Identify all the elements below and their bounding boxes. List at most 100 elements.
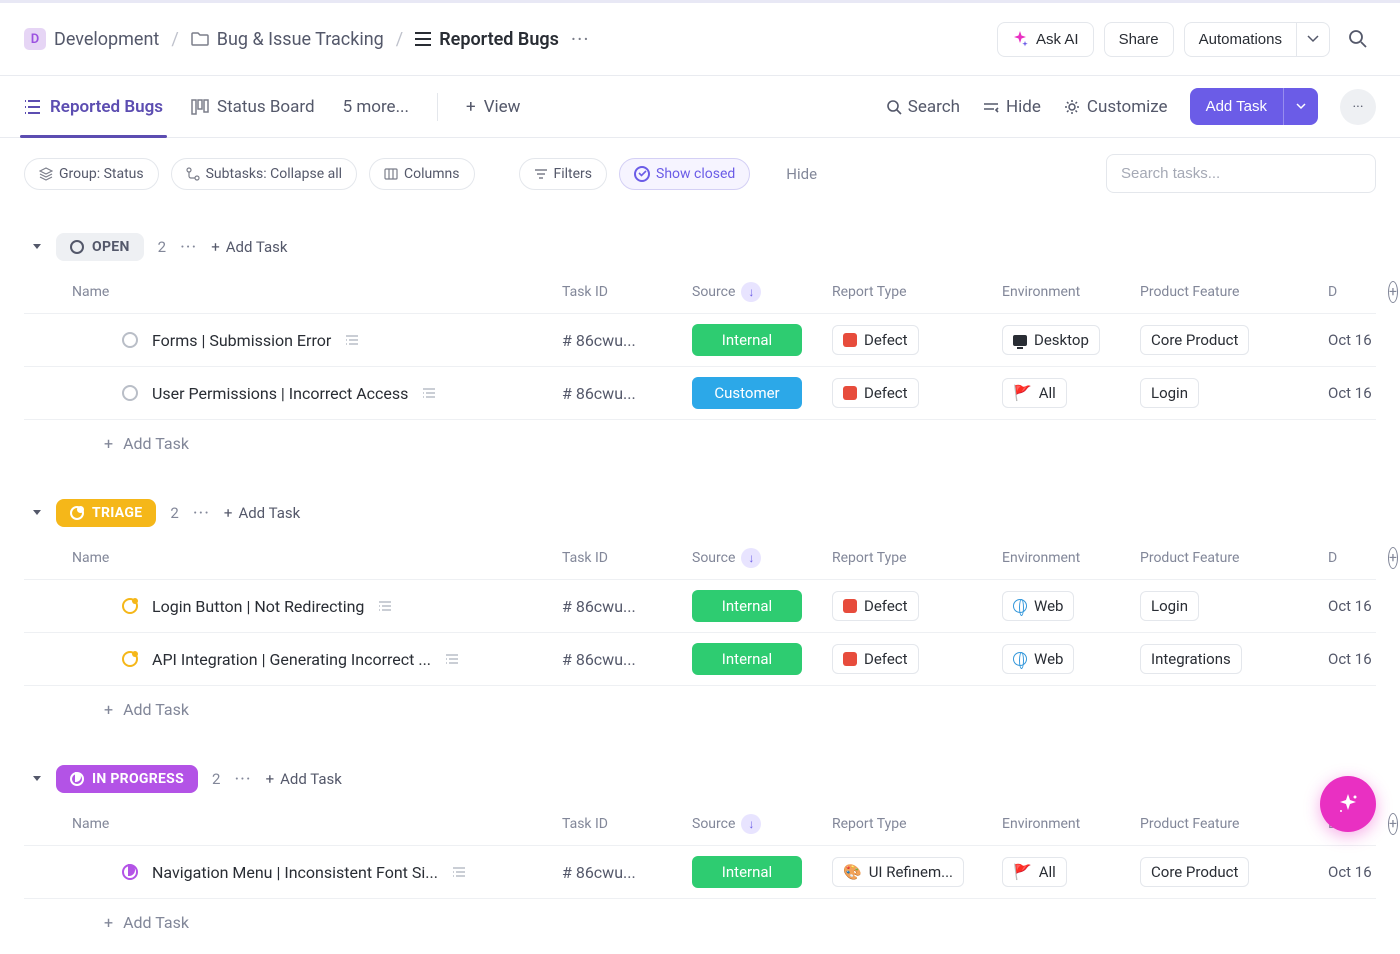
- task-feature[interactable]: Core Product: [1140, 325, 1328, 355]
- task-row[interactable]: Navigation Menu | Inconsistent Font Si..…: [24, 846, 1376, 899]
- task-report-type[interactable]: Defect: [832, 644, 1002, 674]
- col-name[interactable]: Name: [72, 550, 562, 566]
- subtasks-icon[interactable]: [378, 600, 392, 612]
- task-environment[interactable]: Web: [1002, 591, 1140, 621]
- task-status-icon[interactable]: [122, 332, 138, 348]
- col-report-type[interactable]: Report Type: [832, 284, 1002, 300]
- task-report-type[interactable]: Defect: [832, 325, 1002, 355]
- status-pill[interactable]: IN PROGRESS: [56, 765, 198, 793]
- col-report-type[interactable]: Report Type: [832, 816, 1002, 832]
- col-product-feature[interactable]: Product Feature: [1140, 816, 1328, 832]
- task-report-type[interactable]: Defect: [832, 378, 1002, 408]
- filters-pill[interactable]: Filters: [519, 158, 608, 190]
- task-feature[interactable]: Login: [1140, 591, 1328, 621]
- task-source[interactable]: Internal: [692, 856, 832, 888]
- col-environment[interactable]: Environment: [1002, 550, 1140, 566]
- col-taskid[interactable]: Task ID: [562, 816, 692, 832]
- share-button[interactable]: Share: [1104, 22, 1174, 57]
- tab-add-view[interactable]: + View: [466, 76, 520, 137]
- ask-ai-button[interactable]: Ask AI: [997, 22, 1094, 57]
- group-add-task[interactable]: +Add Task: [211, 238, 287, 256]
- col-source[interactable]: Source↓: [692, 548, 832, 568]
- col-report-type[interactable]: Report Type: [832, 550, 1002, 566]
- task-row[interactable]: API Integration | Generating Incorrect .…: [24, 633, 1376, 686]
- subtasks-icon[interactable]: [452, 866, 466, 878]
- more-icon[interactable]: ···: [571, 27, 590, 51]
- crumb-folder[interactable]: Bug & Issue Tracking: [191, 29, 384, 50]
- col-name[interactable]: Name: [72, 284, 562, 300]
- task-row[interactable]: Login Button | Not Redirecting # 86cwu..…: [24, 580, 1376, 633]
- task-row[interactable]: Forms | Submission Error # 86cwu... Inte…: [24, 314, 1376, 367]
- task-source[interactable]: Internal: [692, 590, 832, 622]
- task-row[interactable]: User Permissions | Incorrect Access # 86…: [24, 367, 1376, 420]
- task-status-icon[interactable]: [122, 385, 138, 401]
- add-task-row[interactable]: +Add Task: [24, 899, 1376, 938]
- task-status-icon[interactable]: [122, 651, 138, 667]
- col-source[interactable]: Source↓: [692, 814, 832, 834]
- search-action[interactable]: Search: [886, 97, 960, 117]
- fab-ai-button[interactable]: [1320, 776, 1376, 832]
- task-status-icon[interactable]: [122, 598, 138, 614]
- task-status-icon[interactable]: [122, 864, 138, 880]
- tab-status-board[interactable]: Status Board: [191, 76, 315, 137]
- status-pill[interactable]: OPEN: [56, 233, 144, 261]
- tab-reported-bugs[interactable]: Reported Bugs: [24, 76, 163, 137]
- group-more-icon[interactable]: ···: [180, 237, 197, 258]
- hide-link[interactable]: Hide: [786, 165, 817, 183]
- subtasks-icon[interactable]: [345, 334, 359, 346]
- collapse-caret-icon[interactable]: [32, 243, 42, 251]
- task-feature[interactable]: Login: [1140, 378, 1328, 408]
- add-task-caret[interactable]: [1283, 88, 1318, 125]
- task-environment[interactable]: Desktop: [1002, 325, 1140, 355]
- group-add-task[interactable]: +Add Task: [266, 770, 342, 788]
- collapse-caret-icon[interactable]: [32, 775, 42, 783]
- add-task-button[interactable]: Add Task: [1190, 88, 1283, 125]
- add-task-row[interactable]: +Add Task: [24, 686, 1376, 725]
- subtasks-icon[interactable]: [422, 387, 436, 399]
- status-pill[interactable]: TRIAGE: [56, 499, 156, 527]
- col-environment[interactable]: Environment: [1002, 816, 1140, 832]
- task-title[interactable]: Login Button | Not Redirecting: [152, 597, 364, 616]
- show-closed-pill[interactable]: Show closed: [619, 158, 750, 190]
- col-product-feature[interactable]: Product Feature: [1140, 550, 1328, 566]
- subtasks-pill[interactable]: Subtasks: Collapse all: [171, 158, 357, 190]
- task-title[interactable]: Forms | Submission Error: [152, 331, 331, 350]
- task-environment[interactable]: 🚩All: [1002, 378, 1140, 408]
- task-source[interactable]: Customer: [692, 377, 832, 409]
- group-add-task[interactable]: +Add Task: [224, 504, 300, 522]
- columns-pill[interactable]: Columns: [369, 158, 474, 190]
- col-date[interactable]: D: [1328, 284, 1388, 300]
- group-more-icon[interactable]: ···: [193, 503, 210, 524]
- task-source[interactable]: Internal: [692, 643, 832, 675]
- tab-more[interactable]: 5 more...: [343, 76, 409, 137]
- crumb-workspace[interactable]: D Development: [24, 28, 159, 50]
- task-title[interactable]: API Integration | Generating Incorrect .…: [152, 650, 431, 669]
- automations-button[interactable]: Automations: [1184, 22, 1296, 57]
- col-product-feature[interactable]: Product Feature: [1140, 284, 1328, 300]
- collapse-caret-icon[interactable]: [32, 509, 42, 517]
- task-report-type[interactable]: Defect: [832, 591, 1002, 621]
- group-more-icon[interactable]: ···: [234, 769, 251, 790]
- add-column-button[interactable]: +: [1388, 813, 1398, 835]
- col-date[interactable]: D: [1328, 550, 1388, 566]
- hide-action[interactable]: Hide: [982, 97, 1041, 117]
- col-source[interactable]: Source↓: [692, 282, 832, 302]
- col-taskid[interactable]: Task ID: [562, 550, 692, 566]
- add-column-button[interactable]: +: [1388, 547, 1398, 569]
- col-environment[interactable]: Environment: [1002, 284, 1140, 300]
- automations-caret[interactable]: [1296, 22, 1330, 57]
- col-taskid[interactable]: Task ID: [562, 284, 692, 300]
- task-source[interactable]: Internal: [692, 324, 832, 356]
- add-task-row[interactable]: +Add Task: [24, 420, 1376, 459]
- group-by-pill[interactable]: Group: Status: [24, 158, 159, 190]
- task-environment[interactable]: 🚩All: [1002, 857, 1140, 887]
- crumb-list[interactable]: Reported Bugs: [415, 29, 559, 50]
- subtasks-icon[interactable]: [445, 653, 459, 665]
- add-column-button[interactable]: +: [1388, 281, 1398, 303]
- task-title[interactable]: User Permissions | Incorrect Access: [152, 384, 408, 403]
- customize-action[interactable]: Customize: [1063, 97, 1168, 117]
- search-tasks-input[interactable]: [1106, 154, 1376, 193]
- task-report-type[interactable]: 🎨UI Refinem...: [832, 857, 1002, 887]
- task-title[interactable]: Navigation Menu | Inconsistent Font Si..…: [152, 863, 438, 882]
- search-button[interactable]: [1340, 21, 1376, 57]
